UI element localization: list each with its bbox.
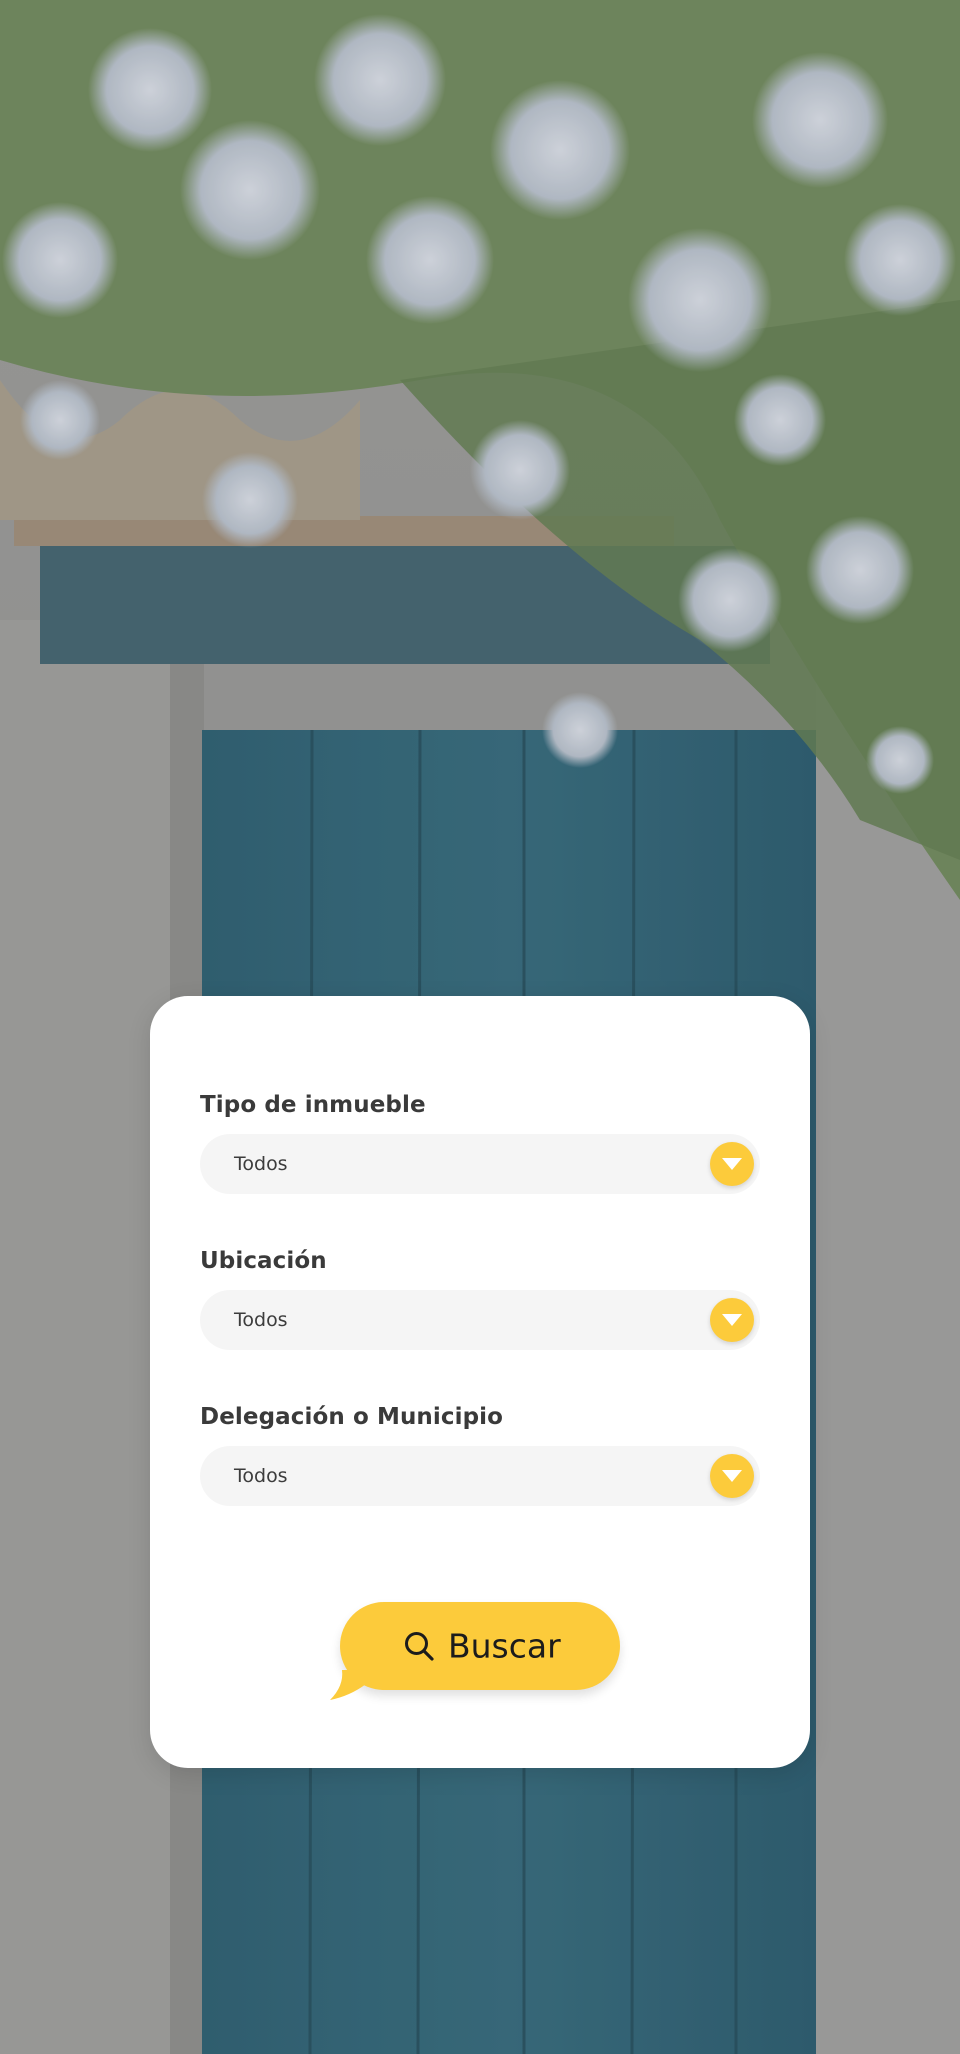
field-label-ubicacion: Ubicación (200, 1248, 327, 1274)
select-delegacion-municipio[interactable]: Todos (200, 1446, 760, 1506)
chevron-down-icon[interactable] (710, 1454, 754, 1498)
search-button[interactable]: Buscar (330, 1602, 620, 1700)
select-value: Todos (234, 1465, 288, 1487)
select-tipo-inmueble[interactable]: Todos (200, 1134, 760, 1194)
select-value: Todos (234, 1153, 288, 1175)
search-icon (405, 1632, 434, 1661)
search-button-label: Buscar (448, 1626, 561, 1666)
field-label-tipo-inmueble: Tipo de inmueble (200, 1092, 426, 1118)
field-label-delegacion-municipio: Delegación o Municipio (200, 1404, 504, 1430)
search-form-card: Tipo de inmueble Todos Ubicación Todos D… (150, 996, 810, 1768)
chevron-down-icon[interactable] (710, 1298, 754, 1342)
select-ubicacion[interactable]: Todos (200, 1290, 760, 1350)
chevron-down-icon[interactable] (710, 1142, 754, 1186)
select-value: Todos (234, 1309, 288, 1331)
speech-tail-icon (330, 1670, 366, 1700)
